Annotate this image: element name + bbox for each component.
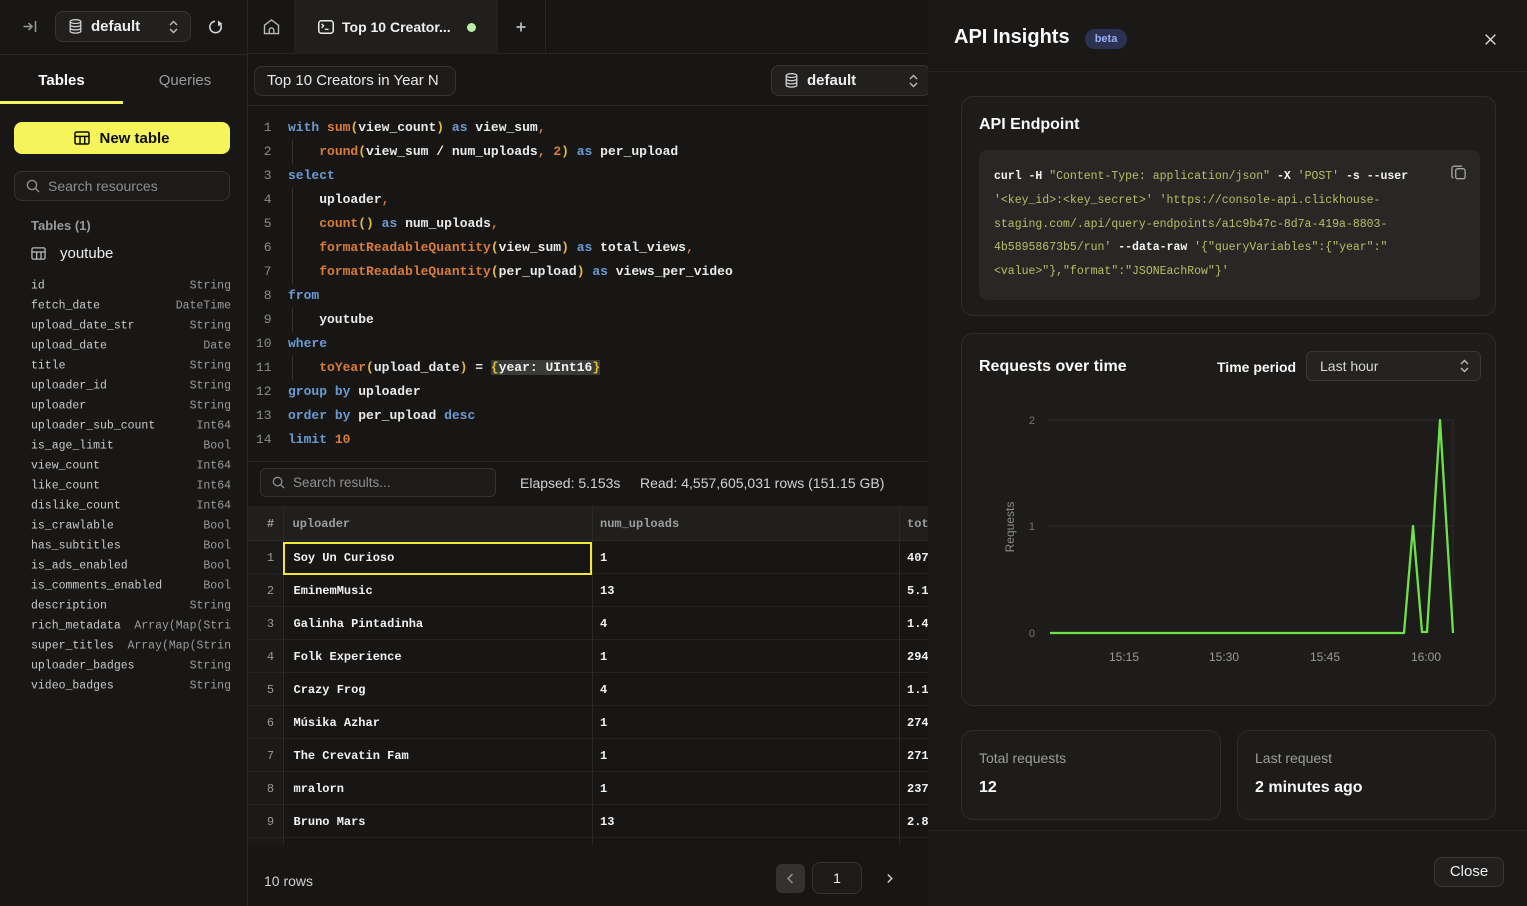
- svg-text:1: 1: [1029, 521, 1035, 533]
- svg-text:15:45: 15:45: [1310, 650, 1340, 664]
- svg-text:2: 2: [1029, 415, 1035, 427]
- svg-text:Requests: Requests: [1003, 502, 1017, 553]
- svg-text:0: 0: [1029, 628, 1035, 640]
- svg-text:16:00: 16:00: [1411, 650, 1441, 664]
- svg-text:15:15: 15:15: [1109, 650, 1139, 664]
- svg-text:15:30: 15:30: [1209, 650, 1239, 664]
